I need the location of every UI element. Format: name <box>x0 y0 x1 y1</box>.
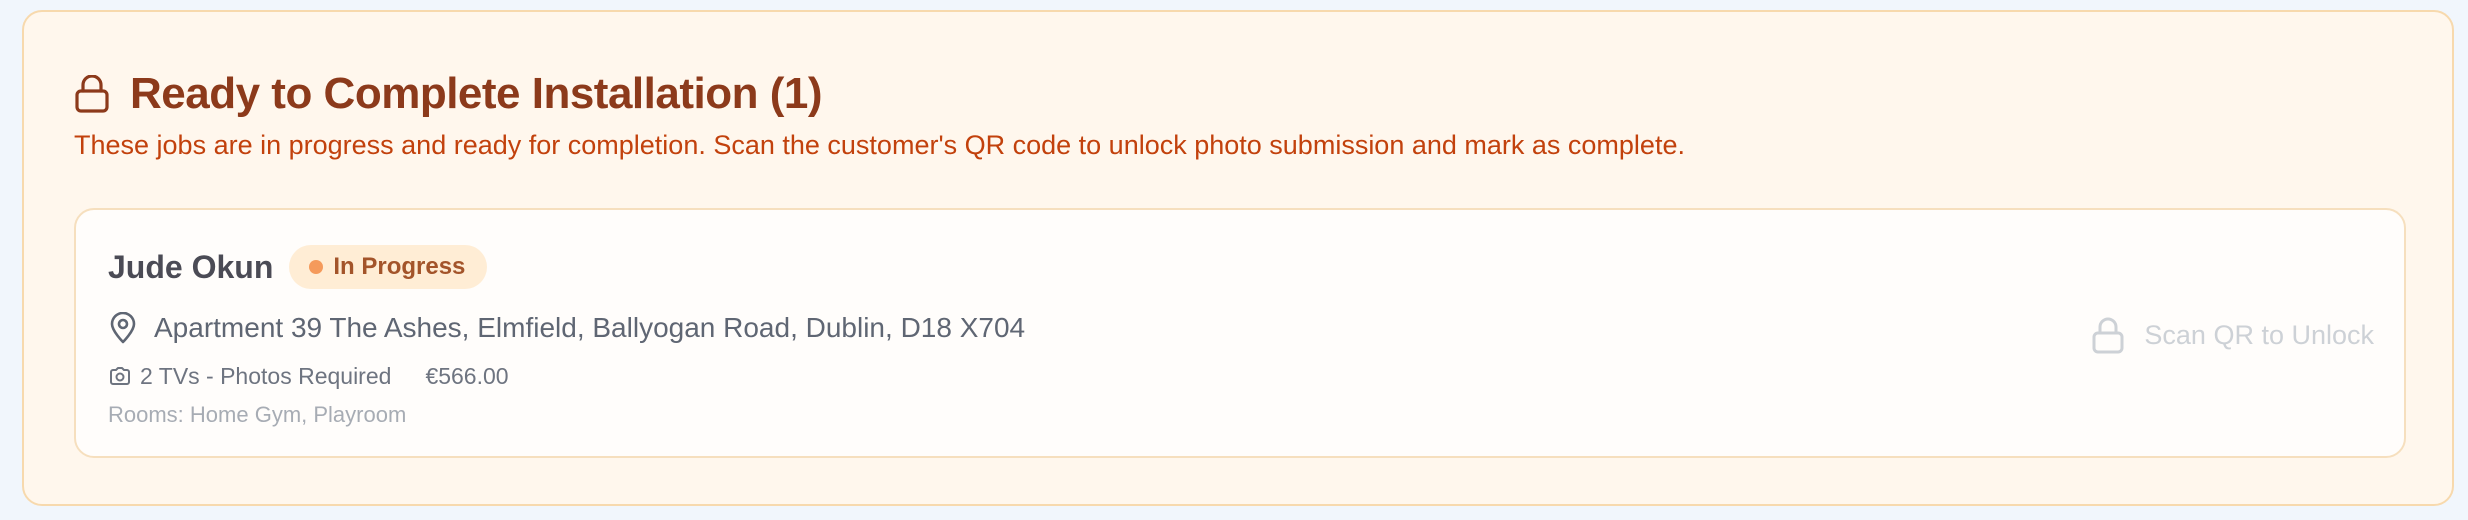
section-description: These jobs are in progress and ready for… <box>74 130 1685 160</box>
lock-icon <box>72 74 112 114</box>
camera-icon <box>108 364 132 388</box>
job-card-header: Jude Okun In Progress <box>108 244 488 290</box>
job-meta: 2 TVs - Photos Required €566.00 <box>108 360 509 392</box>
job-card: Jude Okun In Progress Apartment 39 The A… <box>74 208 2406 458</box>
section-title: Ready to Complete Installation (1) <box>130 69 822 118</box>
scan-qr-unlock-label: Scan QR to Unlock <box>2144 319 2374 350</box>
job-price: €566.00 <box>425 362 509 389</box>
status-badge: In Progress <box>289 245 488 289</box>
tv-info: 2 TVs - Photos Required <box>140 362 392 389</box>
status-dot-icon <box>309 260 324 274</box>
job-rooms: Rooms: Home Gym, Playroom <box>108 402 407 427</box>
job-address: Apartment 39 The Ashes, Elmfield, Ballyo… <box>106 308 1025 348</box>
ready-to-complete-panel: Ready to Complete Installation (1) These… <box>22 10 2454 506</box>
section-header: Ready to Complete Installation (1) <box>72 58 822 130</box>
customer-name: Jude Okun <box>108 248 274 285</box>
scan-qr-unlock-button[interactable]: Scan QR to Unlock <box>2088 308 2374 362</box>
address-text: Apartment 39 The Ashes, Elmfield, Ballyo… <box>154 312 1026 343</box>
map-pin-icon <box>106 311 140 345</box>
lock-icon <box>2088 315 2128 355</box>
status-badge-label: In Progress <box>333 253 466 280</box>
